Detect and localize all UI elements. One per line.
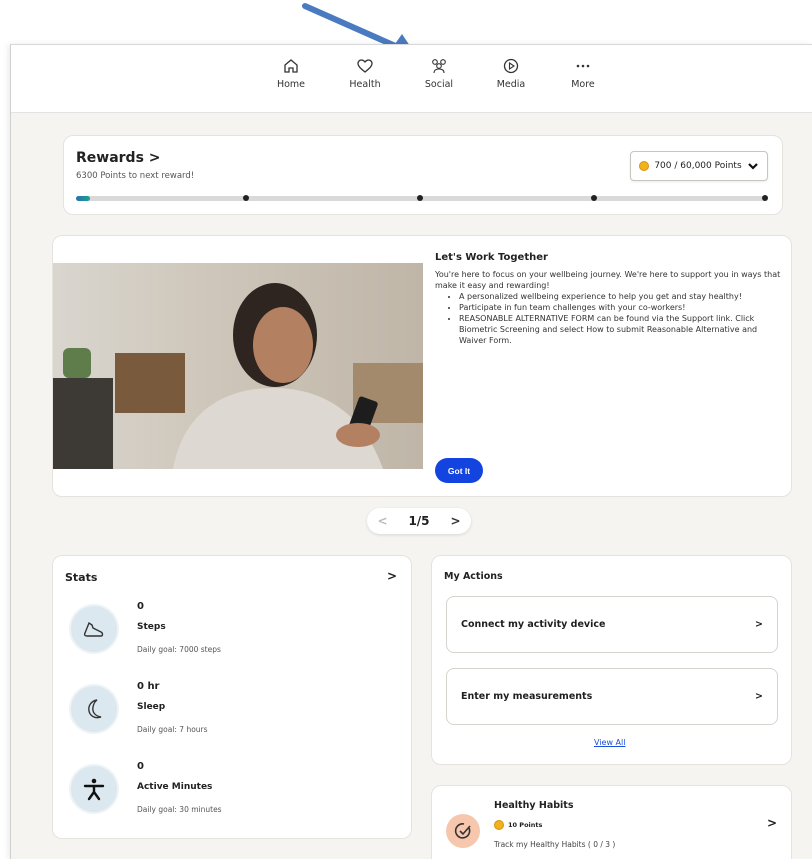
points-label: 700 / 60,000 Points: [654, 161, 742, 171]
milestone-dot: [243, 195, 249, 201]
healthy-habits-points-label: 10 Points: [508, 821, 543, 829]
enter-measurements-label: Enter my measurements: [461, 691, 593, 702]
steps-goal: Daily goal: 7000 steps: [137, 645, 221, 654]
stats-card: Stats > 0 Steps Daily goal: 7000 steps 0…: [52, 555, 412, 839]
welcome-bullets: A personalized wellbeing experience to h…: [459, 291, 787, 346]
rewards-progress-fill: [76, 196, 90, 201]
connect-device-action[interactable]: Connect my activity device >: [446, 596, 778, 653]
woman-with-phone-image: [53, 263, 423, 469]
rewards-subtitle: 6300 Points to next reward!: [76, 171, 195, 181]
steps-label: Steps: [137, 622, 166, 632]
nav-media[interactable]: Media: [481, 57, 541, 90]
shoe-icon: [69, 604, 119, 654]
rewards-progress-bar: [76, 195, 768, 201]
play-icon: [503, 58, 519, 74]
more-dots-icon: [576, 64, 590, 68]
chevron-right-icon: >: [755, 691, 763, 702]
chevron-right-icon: >: [766, 816, 777, 830]
welcome-bullet: A personalized wellbeing experience to h…: [459, 291, 787, 302]
rewards-title-link[interactable]: Rewards >: [76, 150, 161, 166]
healthy-habits-card[interactable]: Healthy Habits 10 Points Track my Health…: [431, 785, 792, 859]
sleep-value: 0 hr: [137, 681, 160, 692]
active-minutes-goal: Daily goal: 30 minutes: [137, 805, 222, 814]
heart-icon: [357, 59, 373, 73]
nav-home-label: Home: [276, 79, 306, 90]
welcome-title: Let's Work Together: [435, 252, 548, 263]
view-all-link[interactable]: View All: [594, 738, 625, 747]
people-icon: [432, 59, 446, 74]
healthy-habits-subtitle: Track my Healthy Habits ( 0 / 3 ): [494, 840, 616, 849]
check-circle-icon: [446, 814, 480, 848]
rewards-title: Rewards: [76, 150, 144, 166]
sleep-label: Sleep: [137, 702, 166, 712]
active-minutes-value: 0: [137, 761, 144, 772]
nav-health[interactable]: Health: [335, 57, 395, 90]
milestone-dot: [762, 195, 768, 201]
nav-health-label: Health: [349, 79, 381, 90]
app-window: Home Health Social Media More Rewards > …: [10, 44, 812, 859]
nav-media-label: Media: [496, 79, 526, 90]
sleep-goal: Daily goal: 7 hours: [137, 725, 208, 734]
welcome-bullet: Participate in fun team challenges with …: [459, 302, 787, 313]
nav-more-label: More: [571, 79, 595, 90]
my-actions-title: My Actions: [444, 571, 503, 582]
got-it-button[interactable]: Got It: [435, 458, 483, 483]
moon-icon: [69, 684, 119, 734]
pager-prev-button[interactable]: <: [377, 514, 387, 528]
welcome-card: Let's Work Together You're here to focus…: [52, 235, 792, 497]
milestone-dot: [417, 195, 423, 201]
coin-icon: [639, 161, 650, 171]
coin-icon: [494, 820, 504, 830]
milestone-dot: [591, 195, 597, 201]
healthy-habits-points: 10 Points: [494, 820, 542, 830]
carousel-pager: < 1/5 >: [367, 508, 471, 534]
person-active-icon: [69, 764, 119, 814]
chevron-down-icon: [747, 163, 758, 170]
pager-position: 1/5: [408, 514, 430, 528]
stats-chevron-icon[interactable]: >: [387, 569, 397, 583]
rewards-card: Rewards > 6300 Points to next reward! 70…: [63, 135, 783, 215]
stats-title: Stats: [65, 571, 98, 584]
chevron-right-icon: >: [755, 619, 763, 630]
nav-social-label: Social: [424, 79, 454, 90]
top-navigation: Home Health Social Media More: [11, 45, 812, 113]
enter-measurements-action[interactable]: Enter my measurements >: [446, 668, 778, 725]
nav-home[interactable]: Home: [261, 57, 321, 90]
nav-more[interactable]: More: [553, 57, 613, 90]
connect-device-label: Connect my activity device: [461, 619, 606, 630]
healthy-habits-title: Healthy Habits: [494, 800, 574, 811]
my-actions-card: My Actions Connect my activity device > …: [431, 555, 792, 765]
welcome-body: You're here to focus on your wellbeing j…: [435, 269, 787, 346]
nav-social[interactable]: Social: [409, 57, 469, 90]
welcome-bullet: REASONABLE ALTERNATIVE FORM can be found…: [459, 313, 787, 346]
pager-next-button[interactable]: >: [450, 514, 460, 528]
active-minutes-label: Active Minutes: [137, 782, 213, 792]
home-icon: [284, 59, 298, 73]
steps-value: 0: [137, 601, 144, 612]
welcome-intro: You're here to focus on your wellbeing j…: [435, 270, 781, 290]
points-dropdown[interactable]: 700 / 60,000 Points: [630, 151, 768, 181]
rewards-chevron-icon: >: [148, 150, 161, 166]
